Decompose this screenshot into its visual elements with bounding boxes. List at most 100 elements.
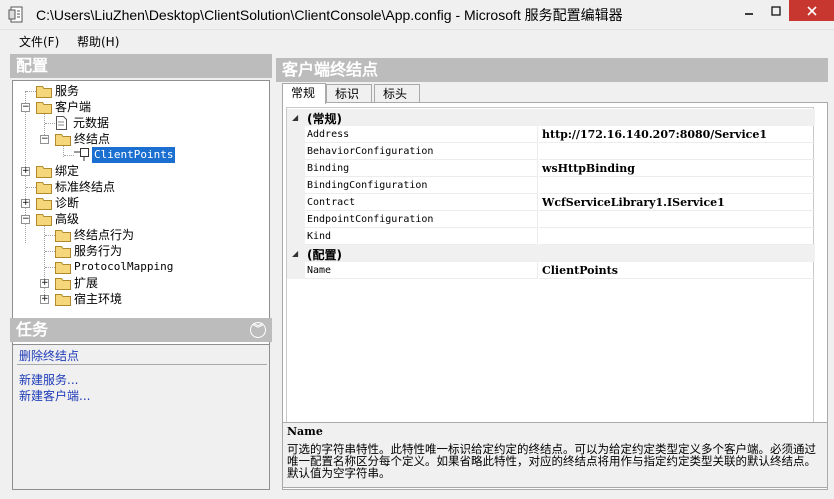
folder-icon (36, 166, 52, 178)
property-row[interactable]: Binding wsHttpBinding (287, 160, 815, 177)
maximize-icon (770, 5, 781, 16)
row-gutter (287, 228, 305, 245)
task-separator (17, 364, 267, 365)
minimize-icon (744, 12, 753, 15)
title-bar: C:\Users\LiuZhen\Desktop\ClientSolution\… (0, 0, 834, 30)
property-row[interactable]: BehaviorConfiguration (287, 143, 815, 160)
tree-connector (64, 155, 74, 156)
folder-icon (55, 278, 71, 290)
minimize-button[interactable] (735, 0, 762, 21)
property-row[interactable]: Kind (287, 228, 815, 245)
window-title: C:\Users\LiuZhen\Desktop\ClientSolution\… (36, 7, 623, 23)
row-gutter (287, 194, 305, 211)
tree-connector (45, 235, 55, 236)
property-row[interactable]: Address http://172.16.140.207:8080/Servi… (287, 126, 815, 143)
right-pane: 客户端终结点 常规 标识 标头 ◢ (常规) Address http://17… (274, 54, 830, 490)
menu-file[interactable]: 文件(F) (19, 33, 59, 50)
tree-node-services[interactable]: 服务 (13, 83, 269, 99)
row-gutter (287, 177, 305, 194)
expand-icon[interactable]: + (21, 167, 30, 176)
folder-icon (36, 198, 52, 210)
category-general[interactable]: ◢ (常规) (287, 109, 815, 126)
tree-node-client[interactable]: − 客户端 (13, 99, 269, 115)
tree-node-diagnostics[interactable]: + 诊断 (13, 195, 269, 211)
property-name: BindingConfiguration (305, 177, 538, 194)
property-name: Kind (305, 228, 538, 245)
property-row[interactable]: Contract WcfServiceLibrary1.IService1 (287, 194, 815, 211)
tree-node-extensions[interactable]: + 扩展 (13, 275, 269, 291)
property-value[interactable]: ClientPoints (539, 262, 815, 279)
collapse-triangle-icon[interactable]: ◢ (292, 249, 298, 258)
menu-help[interactable]: 帮助(H) (77, 33, 119, 50)
task-new-client[interactable]: 新建客户端... (19, 387, 90, 404)
tree-node-label: 客户端 (55, 100, 92, 114)
category-label: (配置) (307, 248, 342, 262)
property-row[interactable]: Name ClientPoints (287, 262, 815, 279)
folder-icon (36, 182, 52, 194)
property-value[interactable]: http://172.16.140.207:8080/Service1 (539, 126, 815, 143)
tree-node-advanced[interactable]: − 高级 (13, 211, 269, 227)
tree-node-label: 绑定 (55, 164, 80, 178)
property-row[interactable]: EndpointConfiguration (287, 211, 815, 228)
endpoint-header: 客户端终结点 (276, 58, 828, 82)
tree-node-endpoint-behaviors[interactable]: 终结点行为 (13, 227, 269, 243)
property-value[interactable]: WcfServiceLibrary1.IService1 (539, 194, 815, 211)
tree-node-protocol-mapping[interactable]: ProtocolMapping (13, 259, 269, 275)
row-gutter (287, 211, 305, 228)
tree-node-metadata[interactable]: 元数据 (13, 115, 269, 131)
task-new-service[interactable]: 新建服务... (19, 371, 78, 388)
tree-node-label: 诊断 (55, 196, 80, 210)
property-name: BehaviorConfiguration (305, 143, 538, 160)
tab-headers[interactable]: 标头 (374, 84, 420, 103)
tree-connector (26, 187, 36, 188)
close-button[interactable] (789, 0, 834, 21)
expand-icon[interactable]: + (40, 295, 49, 304)
task-header-label: 任务 (16, 320, 49, 339)
task-panel: 删除终结点 新建服务... 新建客户端... (12, 344, 270, 490)
expand-icon[interactable]: + (40, 279, 49, 288)
tree-node-standard-endpoints[interactable]: 标准终结点 (13, 179, 269, 195)
collapse-icon[interactable]: − (21, 215, 30, 224)
task-delete-endpoint[interactable]: 删除终结点 (19, 347, 79, 364)
tab-identity[interactable]: 标识 (326, 84, 372, 103)
row-gutter (287, 262, 305, 279)
app-config-icon (8, 6, 23, 23)
folder-icon (55, 262, 71, 274)
property-row[interactable]: BindingConfiguration (287, 177, 815, 194)
row-gutter (287, 143, 305, 160)
folder-icon (55, 246, 71, 258)
property-name: Contract (305, 194, 538, 211)
property-value[interactable] (539, 177, 815, 194)
category-label: (常规) (307, 112, 342, 126)
menu-bar: 文件(F) 帮助(H) (0, 30, 834, 52)
tree-node-hosting-environment[interactable]: + 宿主环境 (13, 291, 269, 307)
endpoint-icon (74, 148, 89, 161)
tree-node-endpoints[interactable]: − 终结点 (13, 131, 269, 147)
tree-node-label: 高级 (55, 212, 80, 226)
tree-node-clientpoints[interactable]: ClientPoints (13, 147, 269, 163)
left-pane: 配置 服务 − 客户端 元数据 − 终结点 ClientPoints + 绑定 … (10, 54, 272, 490)
tree-node-service-behaviors[interactable]: 服务行为 (13, 243, 269, 259)
property-value[interactable] (539, 211, 815, 228)
collapse-icon[interactable]: − (40, 135, 49, 144)
property-value[interactable] (539, 228, 815, 245)
folder-icon (55, 294, 71, 306)
tree-node-bindings[interactable]: + 绑定 (13, 163, 269, 179)
property-value[interactable]: wsHttpBinding (539, 160, 815, 177)
expand-icon[interactable]: + (21, 199, 30, 208)
tree-connector (45, 267, 55, 268)
document-icon (56, 116, 67, 130)
maximize-button[interactable] (762, 0, 789, 21)
property-grid: ◢ (常规) Address http://172.16.140.207:808… (286, 107, 815, 471)
tree-node-label: 元数据 (73, 116, 110, 130)
tree-node-label: ClientPoints (92, 147, 176, 163)
property-value[interactable] (539, 143, 815, 160)
collapse-triangle-icon[interactable]: ◢ (292, 113, 298, 122)
category-configuration[interactable]: ◢ (配置) (287, 245, 815, 262)
property-name: Address (305, 126, 538, 143)
tab-general[interactable]: 常规 (282, 83, 326, 104)
collapse-icon[interactable]: − (21, 103, 30, 112)
tree-connector (45, 123, 55, 124)
folder-icon (55, 230, 71, 242)
collapse-chevron-icon[interactable]: ︾ (250, 322, 266, 338)
